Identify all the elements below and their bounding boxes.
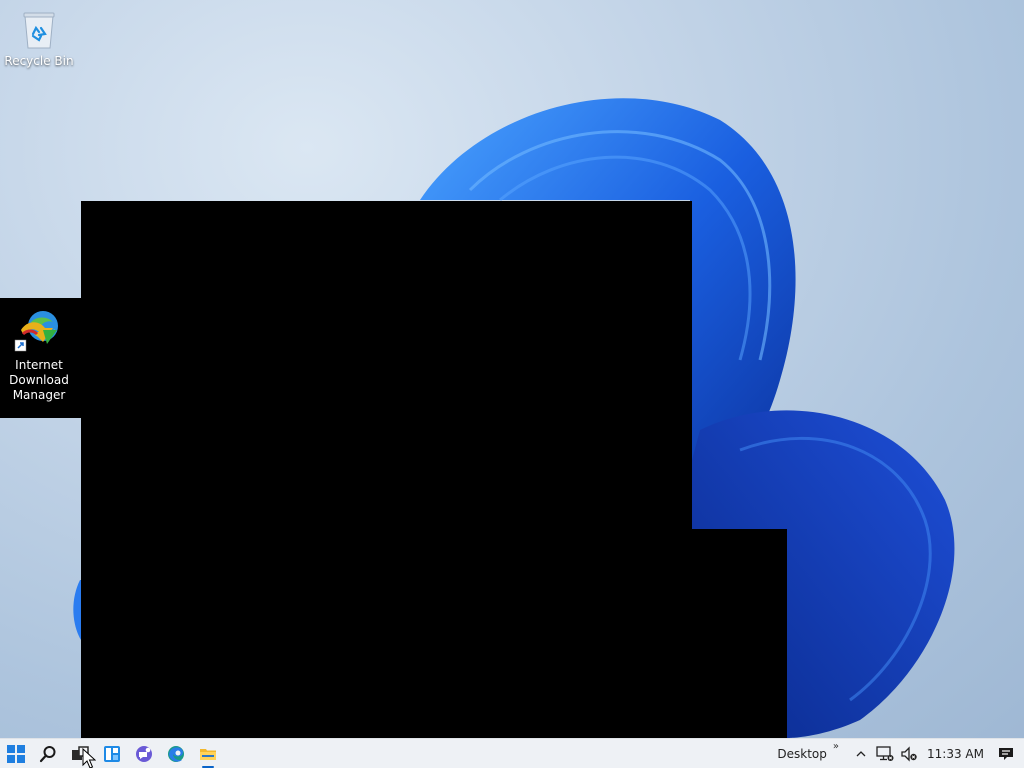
chevron-up-icon bbox=[856, 751, 866, 757]
mouse-cursor-icon bbox=[82, 748, 96, 768]
redacted-window-region bbox=[81, 201, 692, 738]
idm-label-line-3: Manager bbox=[12, 388, 66, 402]
search-icon bbox=[39, 746, 56, 763]
idm-icon bbox=[14, 311, 58, 352]
notification-center-button[interactable] bbox=[994, 739, 1018, 768]
volume-muted-icon bbox=[901, 746, 917, 762]
taskbar-tray: Desktop » 11:33 AM bbox=[777, 739, 1024, 768]
volume-button[interactable] bbox=[897, 739, 921, 768]
chat-button[interactable] bbox=[128, 739, 160, 768]
idm-shortcut-highlight: Internet Download Manager bbox=[0, 298, 81, 418]
edge-icon bbox=[168, 746, 184, 762]
recycle-bin-icon bbox=[23, 12, 55, 49]
taskbar: Desktop » 11:33 AM bbox=[0, 738, 1024, 768]
show-hidden-icons-button[interactable] bbox=[849, 739, 873, 768]
search-button[interactable] bbox=[32, 739, 64, 768]
edge-button[interactable] bbox=[160, 739, 192, 768]
recycle-bin-label: Recycle Bin bbox=[4, 54, 74, 68]
desktop-toolbar-label[interactable]: Desktop bbox=[777, 747, 827, 761]
idm-label-line-2: Download bbox=[9, 373, 69, 387]
clock[interactable]: 11:33 AM bbox=[927, 747, 984, 761]
recycle-bin-shortcut[interactable]: Recycle Bin bbox=[1, 8, 77, 69]
idm-shortcut[interactable]: Internet Download Manager bbox=[0, 308, 78, 403]
widgets-button[interactable] bbox=[96, 739, 128, 768]
idm-label-line-1: Internet bbox=[15, 358, 63, 372]
network-button[interactable] bbox=[873, 739, 897, 768]
desktop[interactable]: Recycle Bin Internet Download Manager bbox=[0, 0, 1024, 738]
chat-icon bbox=[136, 746, 152, 762]
start-button[interactable] bbox=[0, 739, 32, 768]
notification-icon bbox=[999, 748, 1013, 760]
file-explorer-button[interactable] bbox=[192, 739, 224, 768]
redacted-window-region-lower bbox=[692, 529, 787, 738]
network-icon bbox=[876, 746, 894, 761]
widgets-icon bbox=[104, 746, 120, 762]
windows-logo-icon bbox=[7, 745, 25, 763]
taskbar-pinned-apps bbox=[0, 739, 224, 768]
file-explorer-icon bbox=[200, 749, 216, 760]
toolbar-overflow-chevron[interactable]: » bbox=[833, 741, 839, 752]
